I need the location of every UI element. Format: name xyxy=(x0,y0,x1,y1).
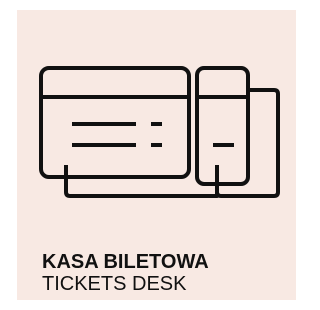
tickets-desk-sign: KASA BILETOWA TICKETS DESK xyxy=(17,10,296,300)
sign-labels: KASA BILETOWA TICKETS DESK xyxy=(42,251,209,295)
title-english: TICKETS DESK xyxy=(42,273,187,295)
title-polish: KASA BILETOWA xyxy=(42,251,209,273)
tickets-icon xyxy=(39,66,280,198)
